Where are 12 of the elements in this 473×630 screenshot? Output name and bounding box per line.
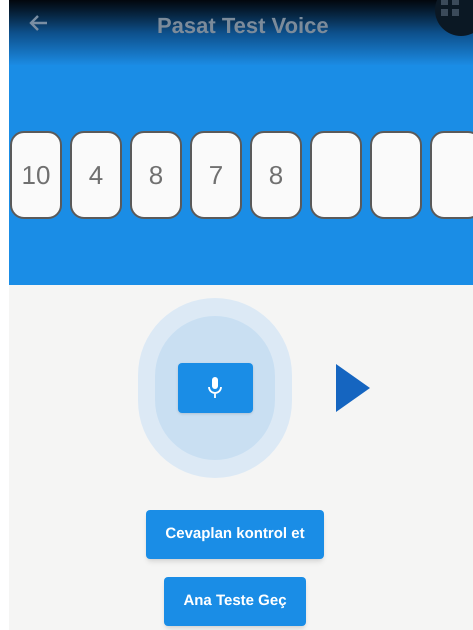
play-icon[interactable] — [336, 364, 370, 412]
answer-card: 8 — [250, 131, 302, 219]
microphone-icon — [208, 377, 222, 399]
answer-card: 10 — [10, 131, 62, 219]
answer-card: 4 — [70, 131, 122, 219]
check-answers-button[interactable]: Cevaplan kontrol et — [146, 510, 324, 559]
mic-button[interactable] — [178, 363, 252, 413]
back-arrow-icon[interactable] — [29, 14, 49, 32]
app-bar-title: Pasat Test Voice — [157, 12, 329, 40]
answer-card: 7 — [190, 131, 242, 219]
answer-card: 8 — [130, 131, 182, 219]
main-test-button[interactable]: Ana Teste Geç — [164, 577, 306, 626]
